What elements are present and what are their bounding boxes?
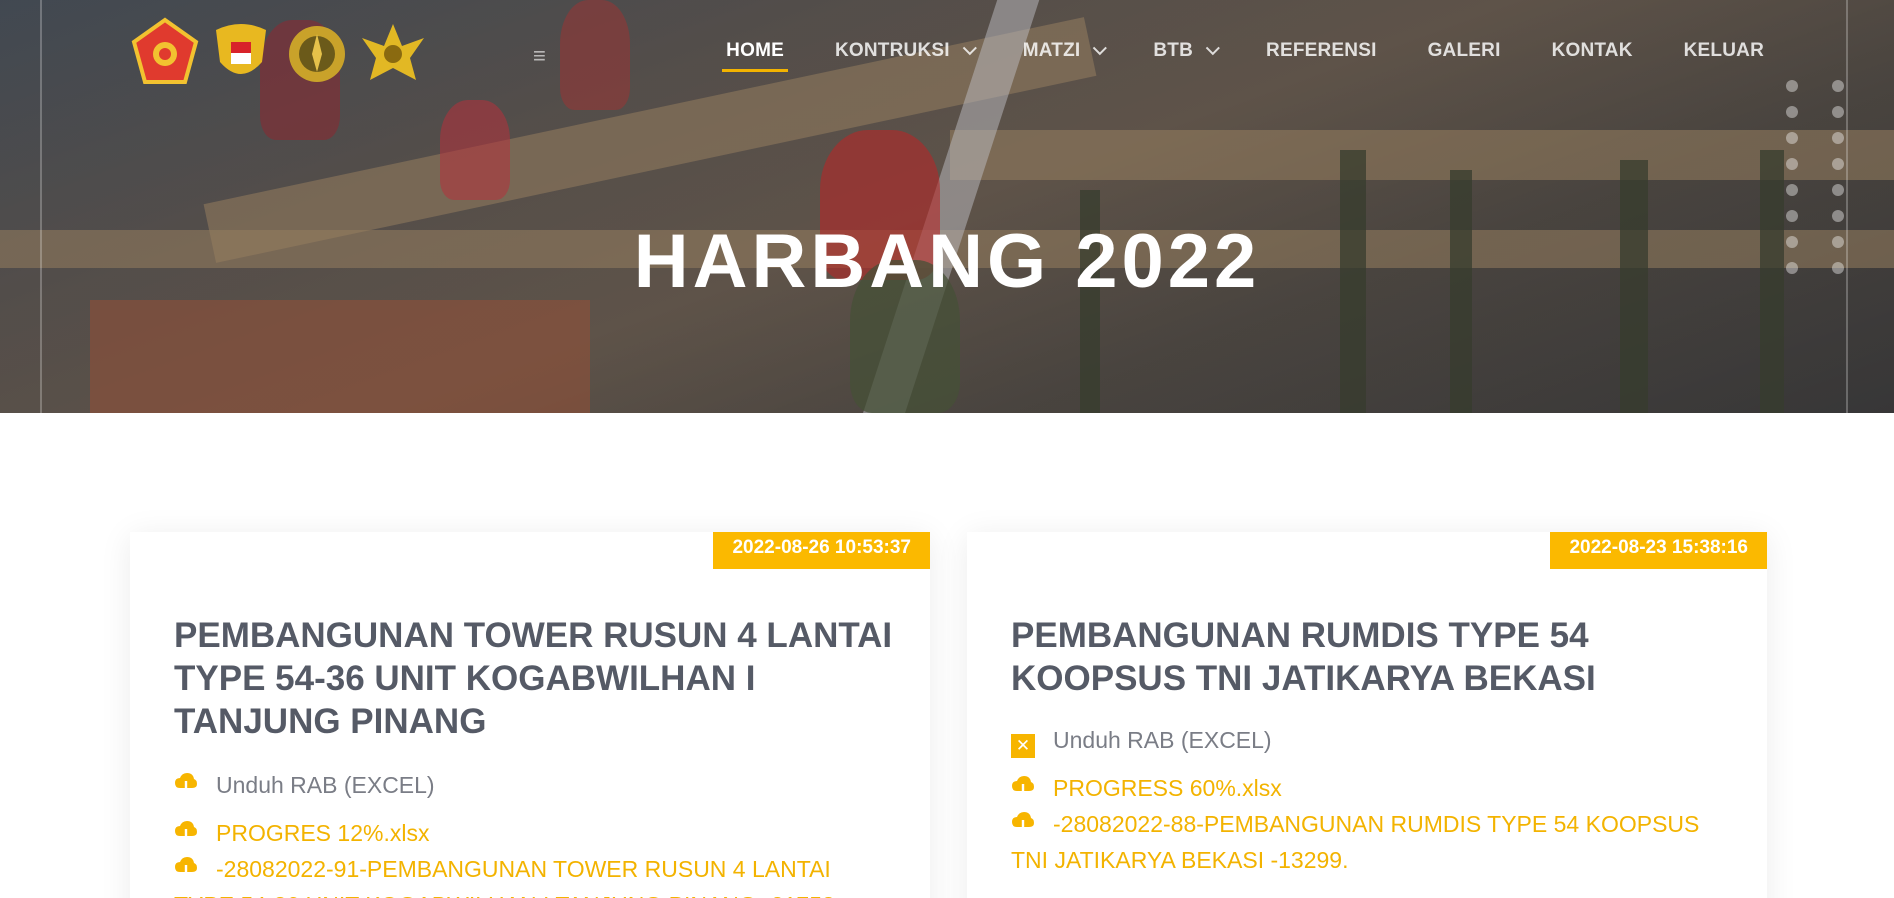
file-link[interactable]: -28082022-88-PEMBANGUNAN RUMDIS TYPE 54 … (1011, 806, 1731, 878)
nav-galeri-label[interactable]: GALERI (1428, 40, 1501, 62)
download-rab-label[interactable]: Unduh RAB (EXCEL) (1053, 727, 1272, 753)
project-card: 2022-08-23 15:38:16 PEMBANGUNAN RUMDIS T… (967, 532, 1767, 898)
nav-kontak-label[interactable]: KONTAK (1552, 40, 1633, 62)
date-badge: 2022-08-23 15:38:16 (1550, 532, 1767, 569)
file-link[interactable]: PROGRES 12%.xlsx (174, 815, 894, 851)
nav-home[interactable]: HOME (722, 40, 788, 72)
hero-banner: ≡ HOME KONTRUKSI MATZI BTB REFERENSI GAL… (0, 0, 1894, 413)
chevron-down-icon[interactable] (1205, 41, 1220, 56)
file-link-label[interactable]: PROGRES 12%.xlsx (216, 820, 429, 846)
navy-logo[interactable] (282, 16, 352, 88)
airforce-logo[interactable] (358, 16, 428, 88)
main-nav: HOME KONTRUKSI MATZI BTB REFERENSI GALER… (722, 40, 1764, 72)
project-card: 2022-08-26 10:53:37 PEMBANGUNAN TOWER RU… (130, 532, 930, 898)
project-title[interactable]: PEMBANGUNAN TOWER RUSUN 4 LANTAI TYPE 54… (174, 614, 894, 743)
decorative-dot (1832, 106, 1844, 118)
nav-home-label[interactable]: HOME (726, 40, 784, 62)
nav-keluar[interactable]: KELUAR (1684, 40, 1764, 62)
nav-referensi[interactable]: REFERENSI (1266, 40, 1377, 62)
nav-matzi-label[interactable]: MATZI (1023, 40, 1081, 62)
broken-image-icon: ✕ (1011, 734, 1035, 758)
date-badge: 2022-08-26 10:53:37 (713, 532, 930, 569)
file-link-label[interactable]: PROGRESS 60%.xlsx (1053, 775, 1282, 801)
nav-galeri[interactable]: GALERI (1428, 40, 1501, 62)
decorative-dot (1832, 132, 1844, 144)
file-link-label[interactable]: -28082022-88-PEMBANGUNAN RUMDIS TYPE 54 … (1011, 811, 1699, 873)
logo-group[interactable] (130, 16, 428, 88)
decorative-dot (1832, 80, 1844, 92)
project-title[interactable]: PEMBANGUNAN RUMDIS TYPE 54 KOOPSUS TNI J… (1011, 614, 1731, 700)
decorative-dot (1786, 80, 1798, 92)
tni-logo[interactable] (130, 16, 200, 88)
nav-btb-label[interactable]: BTB (1153, 40, 1193, 62)
decorative-dot (1786, 106, 1798, 118)
nav-referensi-label[interactable]: REFERENSI (1266, 40, 1377, 62)
menu-toggle-icon[interactable]: ≡ (533, 43, 546, 69)
army-logo[interactable] (206, 16, 276, 88)
decorative-dot (1832, 158, 1844, 170)
decorative-dot (1786, 158, 1798, 170)
file-link[interactable]: PROGRESS 60%.xlsx (1011, 770, 1731, 806)
page-title: HARBANG 2022 (633, 219, 1261, 304)
nav-kontak[interactable]: KONTAK (1552, 40, 1633, 62)
decorative-dot (1786, 184, 1798, 196)
chevron-down-icon[interactable] (962, 41, 977, 56)
decorative-dot (1832, 184, 1844, 196)
cloud-download-icon (175, 773, 197, 796)
nav-kontruksi-label[interactable]: KONTRUKSI (835, 40, 950, 62)
download-rab-link[interactable]: ✕ Unduh RAB (EXCEL) (1011, 722, 1731, 758)
download-rab-link[interactable]: Unduh RAB (EXCEL) (174, 767, 894, 803)
cloud-download-icon (1012, 776, 1034, 799)
decorative-dot (1786, 132, 1798, 144)
cloud-download-icon (175, 821, 197, 844)
nav-kontruksi[interactable]: KONTRUKSI (835, 40, 977, 62)
download-rab-label[interactable]: Unduh RAB (EXCEL) (216, 772, 435, 798)
chevron-down-icon[interactable] (1093, 41, 1108, 56)
nav-btb[interactable]: BTB (1153, 40, 1220, 62)
file-link[interactable]: -28082022-91-PEMBANGUNAN TOWER RUSUN 4 L… (174, 851, 894, 898)
nav-matzi[interactable]: MATZI (1023, 40, 1108, 62)
cloud-download-icon (175, 857, 197, 880)
file-link-label[interactable]: -28082022-91-PEMBANGUNAN TOWER RUSUN 4 L… (174, 856, 841, 898)
nav-keluar-label[interactable]: KELUAR (1684, 40, 1764, 62)
cloud-download-icon (1012, 812, 1034, 835)
